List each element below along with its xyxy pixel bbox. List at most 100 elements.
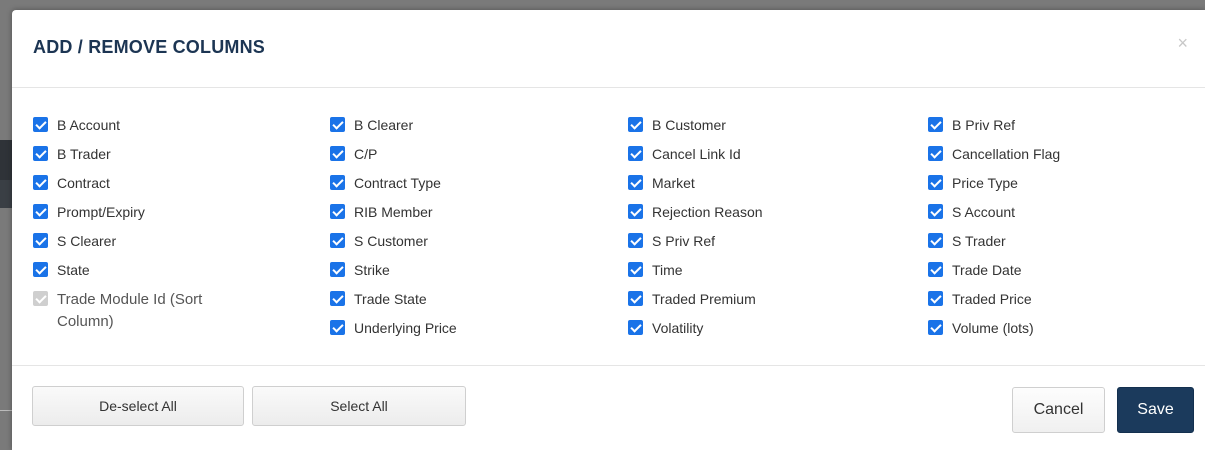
checkbox-checked-icon[interactable]: [628, 291, 643, 306]
dialog-body: B Account B Trader Contract Prompt/Expir…: [12, 88, 1205, 366]
option-label: Prompt/Expiry: [57, 204, 145, 220]
checkbox-checked-icon[interactable]: [33, 117, 48, 132]
checkbox-checked-icon[interactable]: [33, 146, 48, 161]
option-label: Trade Date: [952, 262, 1022, 278]
checkbox-checked-icon[interactable]: [33, 233, 48, 248]
column-option-cancellation-flag[interactable]: Cancellation Flag: [928, 145, 1205, 174]
checkbox-checked-icon[interactable]: [628, 262, 643, 277]
column-option-trade-date[interactable]: Trade Date: [928, 261, 1205, 290]
checkbox-checked-icon[interactable]: [330, 117, 345, 132]
checkbox-checked-icon[interactable]: [628, 175, 643, 190]
column-option-strike[interactable]: Strike: [330, 261, 620, 290]
option-label: C/P: [354, 146, 378, 162]
add-remove-columns-dialog: ADD / REMOVE COLUMNS × B Account B Trade…: [12, 10, 1205, 450]
column-option-s-account[interactable]: S Account: [928, 203, 1205, 232]
column-option-contract[interactable]: Contract: [33, 174, 323, 203]
option-label: S Priv Ref: [652, 233, 716, 249]
option-label: S Clearer: [57, 233, 117, 249]
checkbox-disabled-icon: [33, 291, 48, 306]
column-group-3: B Customer Cancel Link Id Market Rejecti…: [628, 116, 918, 348]
column-option-trade-state[interactable]: Trade State: [330, 290, 620, 319]
option-label: Trade State: [354, 291, 427, 307]
checkbox-checked-icon[interactable]: [628, 117, 643, 132]
deselect-all-button[interactable]: De-select All: [32, 386, 244, 426]
column-option-traded-premium[interactable]: Traded Premium: [628, 290, 918, 319]
checkbox-checked-icon[interactable]: [628, 146, 643, 161]
column-option-state[interactable]: State: [33, 261, 323, 290]
checkbox-checked-icon[interactable]: [330, 175, 345, 190]
dialog-footer: De-select All Select All Cancel Save: [12, 366, 1205, 450]
column-option-cp[interactable]: C/P: [330, 145, 620, 174]
option-label: Underlying Price: [354, 320, 457, 336]
option-label: Cancel Link Id: [652, 146, 741, 162]
column-option-trade-module-id: Trade Module Id (Sort Column): [33, 290, 323, 338]
option-label: Contract: [57, 175, 110, 191]
column-option-b-priv-ref[interactable]: B Priv Ref: [928, 116, 1205, 145]
column-option-b-customer[interactable]: B Customer: [628, 116, 918, 145]
option-label: RIB Member: [354, 204, 433, 220]
column-option-underlying-price[interactable]: Underlying Price: [330, 319, 620, 348]
checkbox-checked-icon[interactable]: [330, 233, 345, 248]
column-option-cancel-link-id[interactable]: Cancel Link Id: [628, 145, 918, 174]
checkbox-checked-icon[interactable]: [928, 262, 943, 277]
close-icon[interactable]: ×: [1177, 34, 1188, 52]
checkbox-checked-icon[interactable]: [330, 320, 345, 335]
column-option-rejection-reason[interactable]: Rejection Reason: [628, 203, 918, 232]
option-label: Contract Type: [354, 175, 441, 191]
checkbox-checked-icon[interactable]: [928, 175, 943, 190]
column-option-traded-price[interactable]: Traded Price: [928, 290, 1205, 319]
option-label: S Trader: [952, 233, 1006, 249]
option-label: Price Type: [952, 175, 1018, 191]
checkbox-checked-icon[interactable]: [628, 233, 643, 248]
checkbox-checked-icon[interactable]: [330, 262, 345, 277]
option-label: Trade Module Id (Sort Column): [57, 291, 203, 330]
option-label: Rejection Reason: [652, 204, 763, 220]
checkbox-checked-icon[interactable]: [330, 291, 345, 306]
column-option-prompt-expiry[interactable]: Prompt/Expiry: [33, 203, 323, 232]
checkbox-checked-icon[interactable]: [330, 146, 345, 161]
checkbox-checked-icon[interactable]: [928, 117, 943, 132]
checkbox-checked-icon[interactable]: [928, 233, 943, 248]
checkbox-checked-icon[interactable]: [330, 204, 345, 219]
column-option-b-account[interactable]: B Account: [33, 116, 323, 145]
cancel-button[interactable]: Cancel: [1012, 387, 1105, 433]
checkbox-checked-icon[interactable]: [928, 320, 943, 335]
column-option-b-trader[interactable]: B Trader: [33, 145, 323, 174]
column-option-s-priv-ref[interactable]: S Priv Ref: [628, 232, 918, 261]
column-option-time[interactable]: Time: [628, 261, 918, 290]
option-label: S Customer: [354, 233, 428, 249]
checkbox-checked-icon[interactable]: [33, 204, 48, 219]
save-button[interactable]: Save: [1117, 387, 1194, 433]
option-label: Traded Premium: [652, 291, 756, 307]
checkbox-checked-icon[interactable]: [628, 320, 643, 335]
column-option-b-clearer[interactable]: B Clearer: [330, 116, 620, 145]
option-label: B Customer: [652, 117, 726, 133]
option-label: Strike: [354, 262, 390, 278]
background-app-strip: [0, 180, 12, 208]
column-option-volume-lots[interactable]: Volume (lots): [928, 319, 1205, 348]
checkbox-checked-icon[interactable]: [928, 291, 943, 306]
column-option-s-customer[interactable]: S Customer: [330, 232, 620, 261]
checkbox-checked-icon[interactable]: [928, 204, 943, 219]
option-label: B Priv Ref: [952, 117, 1016, 133]
column-option-volatility[interactable]: Volatility: [628, 319, 918, 348]
option-label: B Trader: [57, 146, 111, 162]
option-label: B Clearer: [354, 117, 414, 133]
option-label: Volatility: [652, 320, 704, 336]
checkbox-checked-icon[interactable]: [628, 204, 643, 219]
column-option-rib-member[interactable]: RIB Member: [330, 203, 620, 232]
option-label: B Account: [57, 117, 121, 133]
column-option-s-trader[interactable]: S Trader: [928, 232, 1205, 261]
column-option-contract-type[interactable]: Contract Type: [330, 174, 620, 203]
column-group-1: B Account B Trader Contract Prompt/Expir…: [33, 116, 323, 338]
option-label: Traded Price: [952, 291, 1032, 307]
dialog-header: ADD / REMOVE COLUMNS ×: [12, 10, 1205, 88]
select-all-button[interactable]: Select All: [252, 386, 466, 426]
checkbox-checked-icon[interactable]: [33, 175, 48, 190]
checkbox-checked-icon[interactable]: [928, 146, 943, 161]
option-label: Cancellation Flag: [952, 146, 1061, 162]
checkbox-checked-icon[interactable]: [33, 262, 48, 277]
column-option-price-type[interactable]: Price Type: [928, 174, 1205, 203]
column-option-s-clearer[interactable]: S Clearer: [33, 232, 323, 261]
column-option-market[interactable]: Market: [628, 174, 918, 203]
